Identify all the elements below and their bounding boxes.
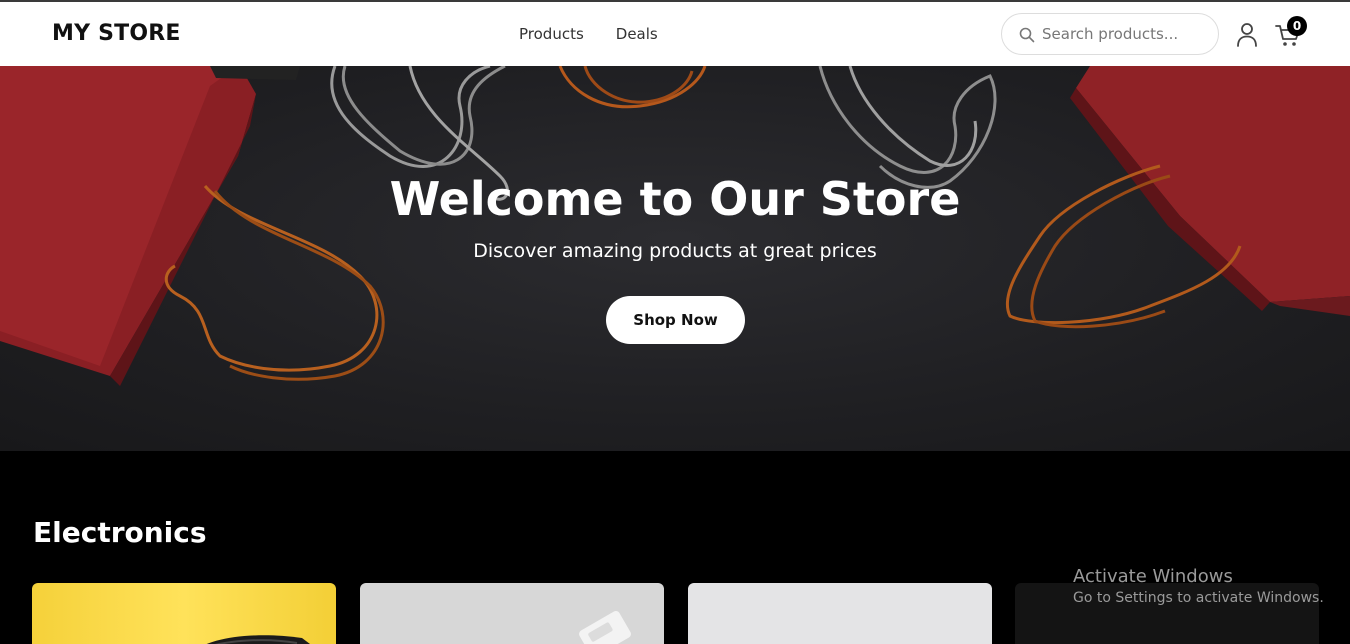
product-card[interactable]: [360, 583, 664, 644]
electronics-section-title: Electronics: [33, 516, 207, 549]
windows-activation-watermark: Activate Windows Go to Settings to activ…: [1073, 566, 1324, 606]
product-image: [207, 635, 310, 644]
nav-products-link[interactable]: Products: [519, 25, 584, 43]
search-input[interactable]: [1042, 22, 1210, 46]
product-card[interactable]: [32, 583, 336, 644]
hero-banner: Welcome to Our Store Discover amazing pr…: [0, 66, 1350, 451]
activate-windows-hint: Go to Settings to activate Windows.: [1073, 590, 1324, 606]
hero-subtitle: Discover amazing products at great price…: [473, 240, 877, 262]
cart-count-badge: 0: [1287, 16, 1307, 36]
nav-deals-link[interactable]: Deals: [616, 25, 658, 43]
activate-windows-title: Activate Windows: [1073, 566, 1233, 587]
site-header: MY STORE Products Deals 0: [0, 2, 1350, 66]
shop-now-button[interactable]: Shop Now: [606, 296, 745, 344]
store-logo[interactable]: MY STORE: [52, 21, 181, 46]
product-card[interactable]: [688, 583, 992, 644]
account-button[interactable]: [1235, 22, 1259, 48]
search-icon: [1019, 27, 1035, 43]
main-nav: Products Deals: [519, 25, 658, 43]
user-icon: [1237, 23, 1257, 47]
search-box[interactable]: [1001, 13, 1219, 55]
product-image: [579, 610, 631, 644]
hero-title: Welcome to Our Store: [389, 172, 961, 226]
